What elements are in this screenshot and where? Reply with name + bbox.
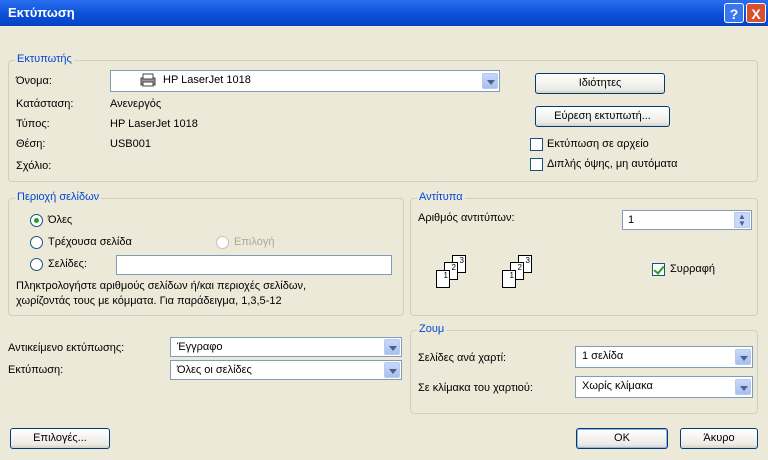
pages-radio[interactable] <box>30 258 43 271</box>
duplex-label[interactable]: Διπλής όψης, μη αυτόματα <box>547 158 677 170</box>
close-button[interactable]: X <box>746 3 766 23</box>
comment-label: Σχόλιο: <box>16 160 52 172</box>
collate-label[interactable]: Συρραφή <box>670 263 715 275</box>
page-range-group-label: Περιοχή σελίδων <box>15 191 102 203</box>
print-dropdown-arrow-icon[interactable] <box>384 362 400 378</box>
print-select[interactable]: Όλες οι σελίδες <box>170 360 402 380</box>
print-what-value: Έγγραφο <box>177 341 223 353</box>
page-icon: 1 <box>436 270 450 288</box>
current-page-label[interactable]: Τρέχουσα σελίδα <box>48 236 132 248</box>
page-range-hint-line2: χωρίζοντάς τους με κόμματα. Για παράδειγ… <box>16 295 282 307</box>
all-pages-radio[interactable] <box>30 214 43 227</box>
printer-icon <box>139 73 157 87</box>
options-button[interactable]: Επιλογές... <box>10 428 110 449</box>
print-label: Εκτύπωση: <box>8 364 64 376</box>
pages-per-sheet-dropdown-arrow-icon[interactable] <box>735 349 751 365</box>
print-to-file-label[interactable]: Εκτύπωση σε αρχείο <box>547 138 649 150</box>
page-icon: 1 <box>502 270 516 288</box>
status-label: Κατάσταση: <box>16 98 74 110</box>
type-label: Τύπος: <box>16 118 50 130</box>
print-to-file-checkbox[interactable] <box>530 138 543 151</box>
copies-count-value: 1 <box>628 214 635 226</box>
scale-select[interactable]: Χωρίς κλίμακα <box>575 376 753 398</box>
properties-button[interactable]: Ιδιότητες <box>535 73 665 94</box>
where-value: USB001 <box>110 138 151 150</box>
status-value: Ανενεργός <box>110 98 162 110</box>
zoom-group: Ζουμ <box>410 323 758 414</box>
scale-dropdown-arrow-icon[interactable] <box>735 379 751 395</box>
printer-name-select[interactable]: HP LaserJet 1018 <box>110 70 500 92</box>
print-what-select[interactable]: Έγγραφο <box>170 337 402 357</box>
collate-checkbox[interactable] <box>652 263 665 276</box>
printer-name-label: Όνομα: <box>16 75 52 87</box>
copies-spinner[interactable]: 1 ▲ ▼ <box>622 210 752 230</box>
pages-per-sheet-label: Σελίδες ανά χαρτί: <box>418 352 507 364</box>
help-button[interactable]: ? <box>724 3 744 23</box>
scale-label: Σε κλίμακα του χαρτιού: <box>418 382 533 394</box>
printer-name-value: HP LaserJet 1018 <box>163 74 251 86</box>
printer-group-label: Εκτυπωτής <box>15 53 74 65</box>
spinner-arrows-icon[interactable]: ▲ ▼ <box>734 212 750 228</box>
print-dialog: Εκτύπωση ? X Εκτυπωτής Όνομα: HP LaserJe… <box>0 0 768 460</box>
pages-per-sheet-value: 1 σελίδα <box>582 350 624 362</box>
print-what-label: Αντικείμενο εκτύπωσης: <box>8 342 125 354</box>
dialog-title: Εκτύπωση <box>8 5 75 20</box>
printer-dropdown-arrow-icon[interactable] <box>482 73 498 89</box>
selection-radio[interactable] <box>216 236 229 249</box>
where-label: Θέση: <box>16 138 46 150</box>
selection-label: Επιλογή <box>234 236 275 248</box>
find-printer-button[interactable]: Εύρεση εκτυπωτή... <box>535 106 670 127</box>
page-range-hint-line1: Πληκτρολογήστε αριθμούς σελίδων ή/και πε… <box>16 280 307 292</box>
pages-input[interactable] <box>116 255 392 275</box>
title-bar[interactable]: Εκτύπωση ? X <box>0 0 768 26</box>
copies-count-label: Αριθμός αντιτύπων: <box>418 212 515 224</box>
cancel-button[interactable]: Άκυρο <box>680 428 758 449</box>
ok-button[interactable]: OK <box>576 428 668 449</box>
pages-per-sheet-select[interactable]: 1 σελίδα <box>575 346 753 368</box>
pages-label[interactable]: Σελίδες: <box>48 258 87 270</box>
duplex-checkbox[interactable] <box>530 158 543 171</box>
current-page-radio[interactable] <box>30 236 43 249</box>
print-value: Όλες οι σελίδες <box>177 364 252 376</box>
zoom-group-label: Ζουμ <box>417 323 447 335</box>
print-what-dropdown-arrow-icon[interactable] <box>384 339 400 355</box>
copies-group-label: Αντίτυπα <box>417 191 465 203</box>
type-value: HP LaserJet 1018 <box>110 118 198 130</box>
all-pages-label[interactable]: Όλες <box>48 214 72 226</box>
scale-value: Χωρίς κλίμακα <box>582 380 653 392</box>
